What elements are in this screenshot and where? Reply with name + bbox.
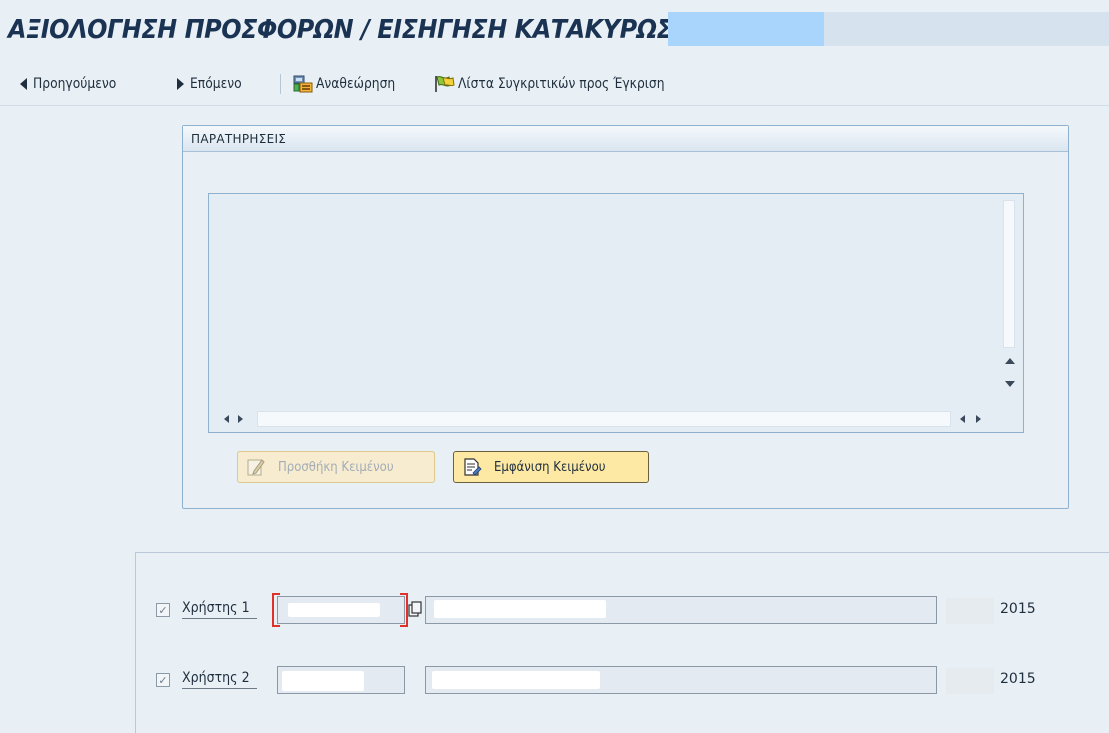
redacted-value: [282, 671, 364, 691]
scroll-up-icon: [1005, 358, 1015, 364]
user-row-2: ✓ Χρήστης 2 2015: [136, 666, 1109, 696]
user-2-year: 2015: [1000, 671, 1036, 687]
flag-icon: [435, 76, 455, 92]
title-bar-right-area: [824, 12, 1109, 46]
previous-label: Προηγούμενο: [33, 76, 117, 92]
user-1-label: Χρήστης 1: [182, 600, 258, 619]
focus-bracket-left: [272, 593, 280, 627]
redacted-value: [432, 671, 600, 689]
approval-list-label: Λίστα Συγκριτικών προς Έγκριση: [458, 76, 665, 92]
scroll-right-button[interactable]: [235, 413, 245, 425]
checkbox-icon: ✓: [158, 673, 168, 687]
scroll-left-button[interactable]: [221, 413, 231, 425]
remarks-group: ΠΑΡΑΤΗΡΗΣΕΙΣ Προσθήκη Κειμένου Εμφάνιση …: [182, 125, 1069, 509]
next-label: Επόμενο: [190, 76, 242, 92]
toolbar: Προηγούμενο Επόμενο Αναθεώρηση Λίστα Συγ…: [0, 60, 1109, 106]
remarks-header: ΠΑΡΑΤΗΡΗΣΕΙΣ: [183, 126, 1068, 152]
user-2-id-field[interactable]: [277, 666, 405, 694]
title-bar: ΑΞΙΟΛΟΓΗΣΗ ΠΡΟΣΦΟΡΩΝ / ΕΙΣΗΓΗΣΗ ΚΑΤΑΚΥΡΩ…: [0, 0, 1109, 60]
document-icon: [464, 458, 482, 476]
next-button[interactable]: Επόμενο: [177, 74, 249, 94]
user-1-id-field[interactable]: [277, 596, 405, 624]
page: ΑΞΙΟΛΟΓΗΣΗ ΠΡΟΣΦΟΡΩΝ / ΕΙΣΗΓΗΣΗ ΚΑΤΑΚΥΡΩ…: [0, 0, 1109, 733]
scroll-right-end-icon: [975, 415, 981, 423]
scroll-left-end-button[interactable]: [957, 413, 967, 425]
user-1-year-pad: [946, 598, 994, 624]
user-row-1: ✓ Χρήστης 1 2015: [136, 593, 1109, 627]
user-1-checkbox[interactable]: ✓: [156, 603, 170, 617]
user-2-label: Χρήστης 2: [182, 670, 258, 689]
scroll-left-end-icon: [959, 415, 965, 423]
user-2-year-pad: [946, 668, 994, 694]
user-2-checkbox[interactable]: ✓: [156, 673, 170, 687]
page-title: ΑΞΙΟΛΟΓΗΣΗ ΠΡΟΣΦΟΡΩΝ / ΕΙΣΗΓΗΣΗ ΚΑΤΑΚΥΡΩ…: [8, 15, 726, 45]
user-1-year: 2015: [1000, 601, 1036, 617]
title-redacted-region: [668, 12, 824, 46]
review-label: Αναθεώρηση: [316, 76, 396, 92]
scroll-right-icon: [237, 415, 243, 423]
vertical-scrollbar[interactable]: [997, 194, 1023, 406]
vertical-scroll-track[interactable]: [1003, 200, 1015, 348]
review-button[interactable]: Αναθεώρηση: [293, 74, 406, 94]
focus-bracket-right: [400, 593, 408, 627]
horizontal-scrollbar[interactable]: [209, 405, 1023, 432]
horizontal-scroll-track[interactable]: [257, 411, 951, 427]
review-icon: [293, 75, 313, 93]
scroll-down-icon: [1005, 381, 1015, 387]
show-text-label: Εμφάνιση Κειμένου: [494, 459, 606, 475]
copy-icon[interactable]: [408, 601, 422, 617]
user-1-name-field[interactable]: [425, 596, 937, 624]
scroll-right-end-button[interactable]: [973, 413, 983, 425]
triangle-right-icon: [177, 78, 184, 90]
triangle-left-icon: [20, 78, 27, 90]
add-text-label: Προσθήκη Κειμένου: [278, 459, 394, 475]
add-text-button[interactable]: Προσθήκη Κειμένου: [237, 451, 435, 483]
scroll-down-button[interactable]: [1003, 377, 1017, 391]
checkbox-icon: ✓: [158, 603, 168, 617]
toolbar-separator: [280, 74, 281, 94]
previous-button[interactable]: Προηγούμενο: [20, 74, 128, 94]
scroll-left-icon: [223, 415, 229, 423]
users-panel: ✓ Χρήστης 1 2015 ✓ Χρήστης 2 2015: [135, 552, 1109, 733]
remarks-textarea[interactable]: [208, 193, 1024, 433]
redacted-value: [288, 603, 380, 617]
redacted-value: [434, 600, 606, 618]
scroll-up-button[interactable]: [1003, 354, 1017, 368]
user-2-name-field[interactable]: [425, 666, 937, 694]
pencil-icon: [247, 459, 265, 476]
approval-list-button[interactable]: Λίστα Συγκριτικών προς Έγκριση: [434, 74, 693, 94]
show-text-button[interactable]: Εμφάνιση Κειμένου: [453, 451, 649, 483]
